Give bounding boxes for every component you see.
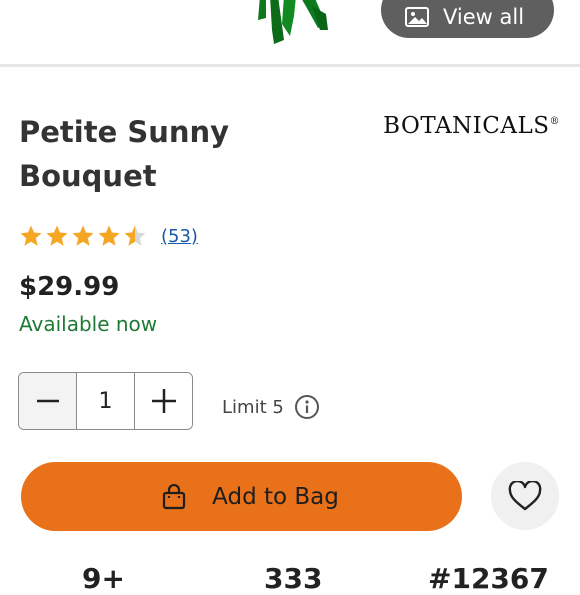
stat-value: #12367 <box>428 562 549 595</box>
quantity-stepper: 1 <box>18 372 193 430</box>
product-title: Petite Sunny Bouquet <box>19 110 319 198</box>
shopping-bag-icon <box>163 483 186 509</box>
star-rating <box>19 224 147 248</box>
review-count-link[interactable]: (53) <box>161 226 198 247</box>
header-divider <box>0 64 580 67</box>
add-to-bag-button[interactable]: Add to Bag <box>21 462 462 531</box>
product-title-line2: Bouquet <box>19 159 157 193</box>
star-icon <box>124 225 146 246</box>
view-all-label: View all <box>443 5 525 29</box>
plus-icon <box>151 389 176 413</box>
purchase-limit: Limit 5 <box>222 394 320 420</box>
minus-icon <box>36 399 59 403</box>
heart-icon <box>508 481 542 511</box>
brand-logo[interactable]: BOTANICALS® <box>383 113 560 139</box>
availability-status: Available now <box>19 312 158 336</box>
increase-quantity-button[interactable] <box>135 373 192 429</box>
limit-label: Limit 5 <box>222 396 284 418</box>
gallery-icon <box>405 7 429 27</box>
rating-summary: (53) <box>19 224 198 248</box>
view-all-button[interactable]: View all <box>381 0 554 38</box>
decrease-quantity-button[interactable] <box>19 373 76 429</box>
stat-value: 333 <box>264 562 323 595</box>
star-icon <box>46 225 68 246</box>
image-header: View all <box>0 0 580 66</box>
add-to-bag-label: Add to Bag <box>212 483 339 510</box>
star-icon <box>72 225 94 246</box>
info-icon[interactable] <box>294 394 320 420</box>
brand-name: BOTANICALS <box>383 113 550 139</box>
star-icon <box>98 225 120 246</box>
stat-value: 9+ <box>82 562 125 595</box>
quantity-input[interactable]: 1 <box>76 373 135 429</box>
product-price: $29.99 <box>19 272 120 302</box>
registered-mark: ® <box>549 116 560 127</box>
wishlist-button[interactable] <box>491 462 559 530</box>
product-title-line1: Petite Sunny <box>19 115 230 149</box>
product-image-stems <box>258 0 328 44</box>
star-icon <box>20 225 42 246</box>
stats-row: 9+ 333 #12367 <box>0 562 580 595</box>
